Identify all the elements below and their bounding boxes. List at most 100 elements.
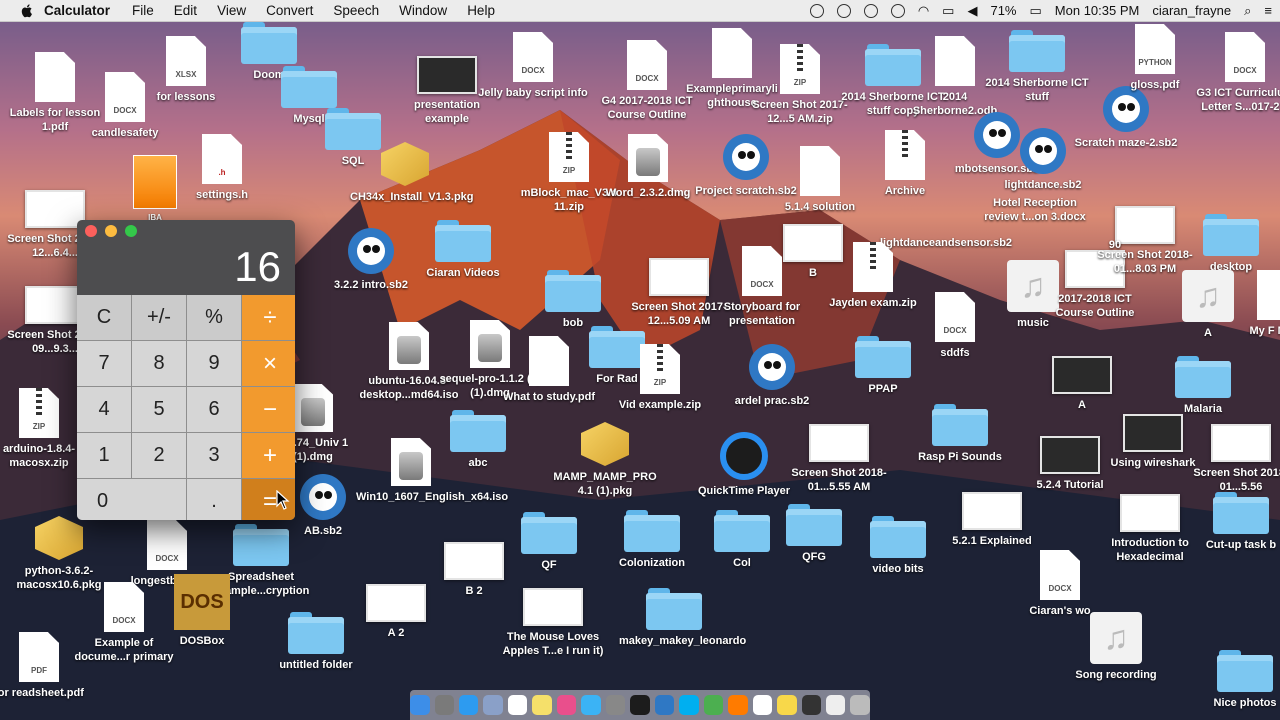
subtract-key[interactable]: − — [242, 387, 295, 432]
app-store-icon[interactable] — [581, 695, 601, 715]
time-machine-icon[interactable] — [890, 3, 905, 18]
quicktime-dock-icon[interactable] — [630, 695, 650, 715]
digit-4-key[interactable]: 4 — [77, 387, 131, 432]
desktop-item[interactable]: DOCX Ciaran's wo — [1005, 550, 1115, 618]
desktop-item[interactable]: Win10_1607_English_x64.iso — [356, 438, 508, 504]
safari-icon[interactable] — [458, 695, 479, 715]
desktop-item[interactable]: ardel prac.sb2 — [717, 344, 827, 408]
clock[interactable]: Mon 10:35 PM — [1055, 3, 1140, 18]
desktop-item[interactable]: CH34x_Install_V1.3.pkg — [350, 142, 474, 204]
textedit-icon[interactable] — [752, 695, 773, 715]
desktop-item[interactable]: Word_2.3.2.dmg — [593, 134, 703, 200]
menu-speech[interactable]: Speech — [333, 3, 379, 18]
presentation-thumbnail-icon — [417, 56, 477, 94]
desktop-item[interactable]: Nice photos — [1190, 650, 1280, 710]
title-bar[interactable] — [77, 220, 295, 242]
desktop-item[interactable]: Ciaran Videos — [408, 220, 518, 280]
desktop-item[interactable]: DOCX Jelly baby script info — [478, 32, 588, 100]
desktop-item[interactable]: .h settings.h — [167, 134, 277, 202]
desktop-item[interactable]: A — [1027, 356, 1137, 412]
folder-icon — [545, 270, 601, 312]
percent-key[interactable]: % — [187, 295, 241, 340]
desktop-item[interactable]: My F Maze — [1222, 270, 1280, 338]
desktop-item[interactable]: DOCXG3 ICT Curriculum Letter S...017-2..… — [1190, 32, 1280, 114]
sign-toggle-key[interactable]: +/- — [132, 295, 186, 340]
desktop-item[interactable]: ♫ Song recording — [1061, 612, 1171, 682]
desktop-item[interactable]: MAMP_MAMP_PRO 4.1 (1).pkg — [550, 422, 660, 498]
desktop-item[interactable]: PPAP — [828, 336, 938, 396]
volume-icon[interactable]: ◀ — [967, 3, 977, 19]
desktop-item[interactable]: Cut-up task b — [1186, 492, 1280, 552]
multiply-key[interactable]: × — [242, 341, 295, 386]
creative-cloud-icon[interactable] — [836, 3, 851, 18]
photos-icon[interactable] — [556, 695, 577, 715]
desktop-item[interactable]: QuickTime Player — [689, 432, 799, 498]
desktop-item[interactable]: 90 — [1060, 210, 1170, 252]
digit-3-key[interactable]: 3 — [187, 433, 241, 478]
desktop-item[interactable]: Screen Shot 2018-01...5.56 — [1186, 424, 1280, 494]
desktop-item[interactable]: Malaria — [1148, 356, 1258, 416]
quicktime-player-icon — [720, 432, 768, 480]
firefox-icon[interactable] — [728, 695, 748, 715]
launchpad-icon[interactable] — [434, 695, 454, 715]
zoom-button[interactable] — [125, 225, 137, 237]
arduino-dock-icon[interactable] — [777, 695, 797, 715]
norton-icon[interactable] — [863, 3, 878, 18]
digit-7-key[interactable]: 7 — [77, 341, 131, 386]
desktop-item[interactable]: Rasp Pi Sounds — [905, 404, 1015, 464]
airplay-icon[interactable]: ▭ — [942, 3, 954, 19]
desktop-item[interactable]: python-3.6.2-macosx10.6.pkg — [4, 516, 114, 592]
desktop-item[interactable]: Screen Shot 2018-01...5.55 AM — [784, 424, 894, 494]
menu-file[interactable]: File — [132, 3, 154, 18]
menu-window[interactable]: Window — [399, 3, 447, 18]
notes-icon[interactable] — [532, 695, 552, 715]
menu-help[interactable]: Help — [467, 3, 495, 18]
desktop-item[interactable]: PDF for readsheet.pdf — [0, 632, 94, 700]
digit-5-key[interactable]: 5 — [132, 387, 186, 432]
trash-icon[interactable] — [850, 695, 870, 715]
scratch-project-icon — [723, 134, 769, 180]
apple-menu-icon[interactable] — [20, 3, 34, 18]
divide-key[interactable]: ÷ — [242, 295, 295, 340]
desktop-item[interactable]: lightdance.sb2 — [988, 128, 1098, 192]
minimize-button[interactable] — [105, 225, 117, 237]
desktop-item[interactable]: DOCX Storyboard for presentation — [707, 246, 817, 328]
menu-view[interactable]: View — [217, 3, 246, 18]
digit-1-key[interactable]: 1 — [77, 433, 131, 478]
desktop-item[interactable]: The Mouse Loves Apples T...e I run it) — [498, 588, 608, 658]
desktop-item[interactable]: ZIP Vid example.zip — [605, 344, 715, 412]
close-button[interactable] — [85, 225, 97, 237]
desktop-item[interactable]: makey_makey_leonardo — [619, 588, 746, 648]
desktop-item[interactable]: 5.2.1 Explained — [937, 492, 1047, 548]
decimal-key[interactable]: . — [187, 479, 241, 520]
digit-8-key[interactable]: 8 — [132, 341, 186, 386]
menu-convert[interactable]: Convert — [266, 3, 313, 18]
battery-icon[interactable]: ▭ — [1030, 3, 1042, 19]
app-menu-calculator[interactable]: Calculator — [44, 3, 110, 18]
calendar-icon[interactable] — [507, 695, 528, 715]
chrome-icon[interactable] — [703, 695, 724, 715]
menu-edit[interactable]: Edit — [174, 3, 197, 18]
downloads-stack-icon[interactable] — [826, 695, 846, 715]
record-icon[interactable] — [809, 3, 824, 18]
desktop-item[interactable]: 5.2.4 Tutorial — [1015, 436, 1125, 492]
system-preferences-icon[interactable] — [605, 695, 626, 715]
notification-center-icon[interactable]: ≡ — [1264, 3, 1272, 18]
digit-0-key[interactable]: 0 — [77, 479, 186, 520]
desktop-item[interactable]: desktop — [1176, 214, 1280, 274]
spotlight-search-icon[interactable]: ⌕ — [1244, 3, 1251, 19]
wifi-icon[interactable]: ◠ — [918, 3, 929, 19]
add-key[interactable]: + — [242, 433, 295, 478]
skype-icon[interactable] — [679, 695, 699, 715]
finder-icon[interactable] — [410, 695, 430, 715]
digit-6-key[interactable]: 6 — [187, 387, 241, 432]
user-name[interactable]: ciaran_frayne — [1152, 3, 1231, 18]
clear-key[interactable]: C — [77, 295, 131, 340]
digit-9-key[interactable]: 9 — [187, 341, 241, 386]
digit-2-key[interactable]: 2 — [132, 433, 186, 478]
scratch-dock-icon[interactable] — [654, 695, 675, 715]
battery-percent[interactable]: 71% — [990, 3, 1016, 18]
desktop-item[interactable]: untitled folder — [261, 612, 371, 672]
terminal-icon[interactable] — [801, 695, 822, 715]
mail-icon[interactable] — [483, 695, 503, 715]
